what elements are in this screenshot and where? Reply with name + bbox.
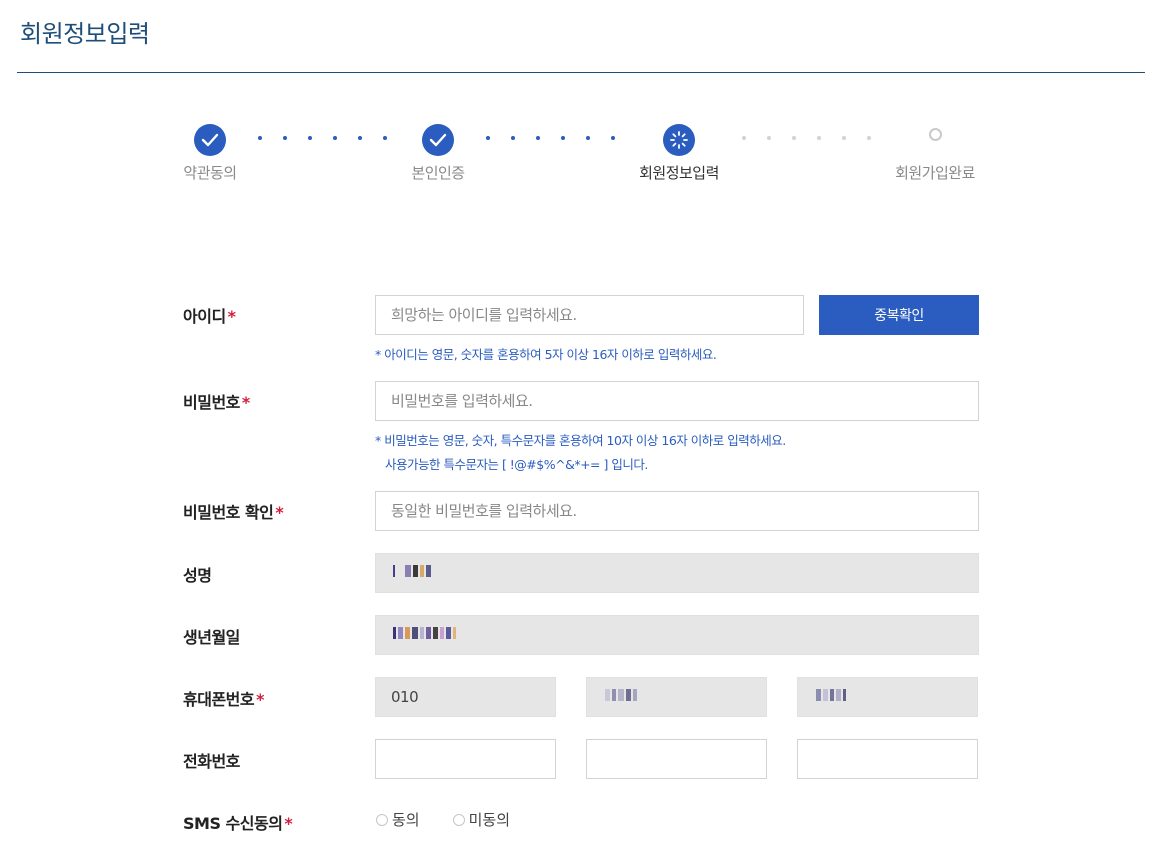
name-field (375, 553, 979, 593)
mobile-middle-field (586, 677, 767, 717)
phone-label: 전화번호 (183, 752, 240, 771)
step-member-info: 회원정보입력 (599, 124, 759, 183)
sms-consent-label: SMS 수신동의 * (183, 814, 293, 833)
pending-dot-icon (919, 124, 951, 156)
id-input[interactable] (375, 295, 804, 335)
required-mark: * (241, 393, 250, 412)
password-special-chars-hint: 사용가능한 특수문자는 [ !@#$%^&*+= ] 입니다. (385, 457, 648, 472)
duplicate-check-button[interactable]: 중복확인 (819, 295, 979, 335)
birth-label: 생년월일 (183, 628, 240, 647)
loading-icon (663, 124, 695, 156)
masked-value (605, 689, 637, 701)
mobile-label: 휴대폰번호 * (183, 690, 264, 709)
masked-value (393, 627, 456, 639)
sms-consent-radio-group: 동의 미동의 (376, 809, 543, 830)
step-connector-done (486, 136, 615, 140)
check-icon (194, 124, 226, 156)
signup-stepper: 약관동의 본인인증 회원정보입력 회원가입완료 (0, 0, 1167, 200)
step-complete: 회원가입완료 (855, 124, 1015, 183)
mobile-last-field (797, 677, 978, 717)
mobile-prefix-field: 010 (375, 677, 556, 717)
step-label: 회원정보입력 (639, 164, 719, 182)
required-mark: * (275, 503, 284, 522)
step-verify: 본인인증 (358, 124, 518, 183)
step-label: 회원가입완료 (895, 164, 975, 182)
masked-value (393, 565, 431, 577)
radio-circle-icon[interactable] (376, 813, 388, 826)
step-label: 본인인증 (411, 164, 465, 182)
required-mark: * (284, 814, 293, 833)
sms-disagree-label: 미동의 (468, 811, 511, 829)
required-mark: * (227, 307, 236, 326)
password-input[interactable] (375, 381, 979, 421)
password-label: 비밀번호 * (183, 393, 250, 412)
radio-circle-icon[interactable] (452, 813, 465, 826)
required-mark: * (256, 690, 264, 709)
id-label: 아이디 * (183, 307, 236, 326)
step-label: 약관동의 (183, 164, 237, 182)
id-hint: * 아이디는 영문, 숫자를 혼용하여 5자 이상 16자 이하로 입력하세요. (375, 347, 717, 362)
sms-agree-radio[interactable]: 동의 (376, 809, 420, 830)
phone-middle-input[interactable] (586, 739, 767, 779)
masked-value (816, 689, 846, 701)
step-terms: 약관동의 (130, 124, 290, 183)
sms-disagree-radio[interactable]: 미동의 (452, 809, 511, 830)
phone-last-input[interactable] (797, 739, 978, 779)
step-connector-pending (742, 136, 871, 140)
sms-agree-label: 동의 (392, 811, 420, 829)
password-confirm-input[interactable] (375, 491, 979, 531)
password-confirm-label: 비밀번호 확인 * (183, 503, 284, 522)
name-label: 성명 (183, 566, 212, 585)
birth-field (375, 615, 979, 655)
password-hint: * 비밀번호는 영문, 숫자, 특수문자를 혼용하여 10자 이상 16자 이하… (375, 433, 786, 448)
phone-first-input[interactable] (375, 739, 556, 779)
check-icon (422, 124, 454, 156)
